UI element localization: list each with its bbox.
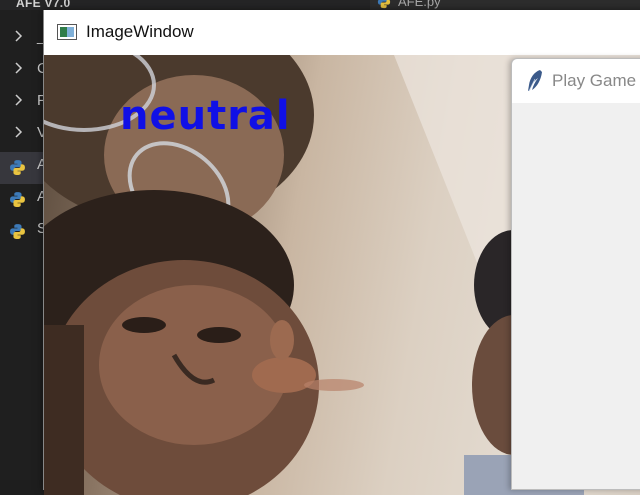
explorer-item[interactable]: A — [0, 152, 47, 184]
explorer-item[interactable]: F — [0, 88, 46, 120]
play-game-window[interactable]: Play Game — [511, 58, 640, 490]
play-game-title: Play Game — [552, 71, 637, 90]
explorer-item[interactable]: _ — [0, 24, 45, 56]
play-game-titlebar[interactable]: Play Game — [512, 59, 640, 103]
explorer-item[interactable]: A — [0, 184, 47, 216]
explorer-list: _ C F V A A S — [0, 24, 48, 248]
chevron-right-icon — [15, 30, 23, 42]
image-window-titlebar[interactable]: ImageWindow — [44, 10, 640, 55]
explorer-header: AFE V7.0 — [0, 0, 370, 10]
image-window-title: ImageWindow — [86, 22, 194, 41]
emotion-label: neutral — [120, 93, 291, 139]
window-app-icon — [57, 24, 77, 40]
editor-tab-label: AFE.py — [398, 0, 441, 9]
editor-tab[interactable]: AFE.py — [370, 0, 640, 10]
chevron-right-icon — [15, 94, 23, 106]
python-icon — [10, 224, 25, 239]
python-icon — [10, 192, 25, 207]
python-icon — [10, 160, 25, 175]
explorer-item[interactable]: S — [0, 216, 47, 248]
chevron-right-icon — [15, 62, 23, 74]
python-icon — [377, 0, 391, 9]
chevron-right-icon — [15, 126, 23, 138]
explorer-item[interactable]: C — [0, 56, 48, 88]
explorer-title: AFE V7.0 — [16, 0, 71, 10]
explorer-item[interactable]: V — [0, 120, 47, 152]
feather-icon — [528, 70, 542, 92]
